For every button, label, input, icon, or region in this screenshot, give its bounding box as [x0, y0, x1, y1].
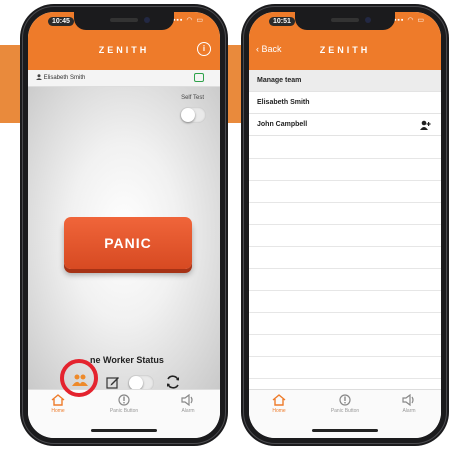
- divider: [249, 312, 441, 313]
- lone-worker-status-label: ne Worker Status: [90, 355, 164, 365]
- highlight-circle: [60, 359, 98, 397]
- divider: [249, 378, 441, 379]
- tab-alarm-label: Alarm: [181, 408, 195, 414]
- app-title: ZENITH: [98, 45, 150, 55]
- tab-bar: Home Panic Button Alarm: [28, 389, 220, 438]
- user-name: Elisabeth Smith: [36, 74, 85, 81]
- left-phone: 10:45 ▪▪▪ ◠ ▭ ZENITH i Elisabeth Smith S…: [20, 4, 228, 446]
- status-icons: ▪▪▪ ◠ ▭: [172, 17, 204, 24]
- info-icon[interactable]: i: [197, 42, 211, 56]
- self-test-label: Self Test: [181, 95, 204, 101]
- tab-alarm[interactable]: Alarm: [168, 394, 208, 414]
- section-header: Manage team: [249, 70, 441, 92]
- alert-icon: [339, 394, 351, 406]
- notch: [74, 12, 174, 30]
- divider: [249, 334, 441, 335]
- status-icons: ▪▪▪ ◠ ▭: [393, 17, 425, 24]
- member-name: John Campbell: [257, 121, 308, 128]
- refresh-icon[interactable]: [165, 374, 181, 390]
- speaker-icon: [402, 394, 414, 406]
- app-title: ZENITH: [319, 45, 371, 55]
- tab-home-label: Home: [51, 408, 65, 414]
- panic-button[interactable]: PANIC: [64, 217, 192, 269]
- divider: [249, 356, 441, 357]
- status-time: 10:51: [269, 17, 295, 26]
- divider: [249, 202, 441, 203]
- home-icon: [272, 394, 286, 406]
- speaker-icon: [181, 394, 193, 406]
- list-item[interactable]: John Campbell: [249, 114, 441, 136]
- tab-home-label: Home: [272, 408, 286, 414]
- member-name: Elisabeth Smith: [257, 99, 310, 106]
- status-time: 10:45: [48, 17, 74, 26]
- notch: [295, 12, 395, 30]
- alert-icon: [118, 394, 130, 406]
- home-indicator: [91, 429, 157, 432]
- user-icon: [36, 74, 42, 80]
- tab-home[interactable]: Home: [38, 394, 78, 414]
- divider: [249, 180, 441, 181]
- tab-alarm[interactable]: Alarm: [389, 394, 429, 414]
- tab-panic-button[interactable]: Panic Button: [104, 394, 144, 414]
- divider: [249, 224, 441, 225]
- tab-panic-button[interactable]: Panic Button: [325, 394, 365, 414]
- main-area: Self Test PANIC ne Worker Status: [28, 87, 220, 397]
- self-test-toggle[interactable]: [180, 107, 206, 123]
- edit-icon[interactable]: [106, 375, 120, 389]
- home-icon: [51, 394, 65, 406]
- tab-alarm-label: Alarm: [402, 408, 416, 414]
- tab-panic-label: Panic Button: [109, 408, 139, 414]
- divider: [249, 268, 441, 269]
- add-person-icon[interactable]: [420, 120, 431, 130]
- sync-icon[interactable]: [194, 73, 204, 82]
- right-phone: 10:51 ▪▪▪ ◠ ▭ ‹ Back ZENITH Manage team …: [241, 4, 449, 446]
- divider: [249, 246, 441, 247]
- section-header-label: Manage team: [257, 77, 302, 84]
- left-screen: 10:45 ▪▪▪ ◠ ▭ ZENITH i Elisabeth Smith S…: [28, 12, 220, 438]
- list-item[interactable]: Elisabeth Smith: [249, 92, 441, 114]
- user-name-label: Elisabeth Smith: [43, 75, 86, 81]
- tab-bar: Home Panic Button Alarm: [249, 389, 441, 438]
- right-screen: 10:51 ▪▪▪ ◠ ▭ ‹ Back ZENITH Manage team …: [249, 12, 441, 438]
- home-indicator: [312, 429, 378, 432]
- tab-home[interactable]: Home: [259, 394, 299, 414]
- divider: [249, 290, 441, 291]
- divider: [249, 158, 441, 159]
- tab-panic-label: Panic Button: [330, 408, 360, 414]
- user-bar: Elisabeth Smith: [28, 70, 220, 87]
